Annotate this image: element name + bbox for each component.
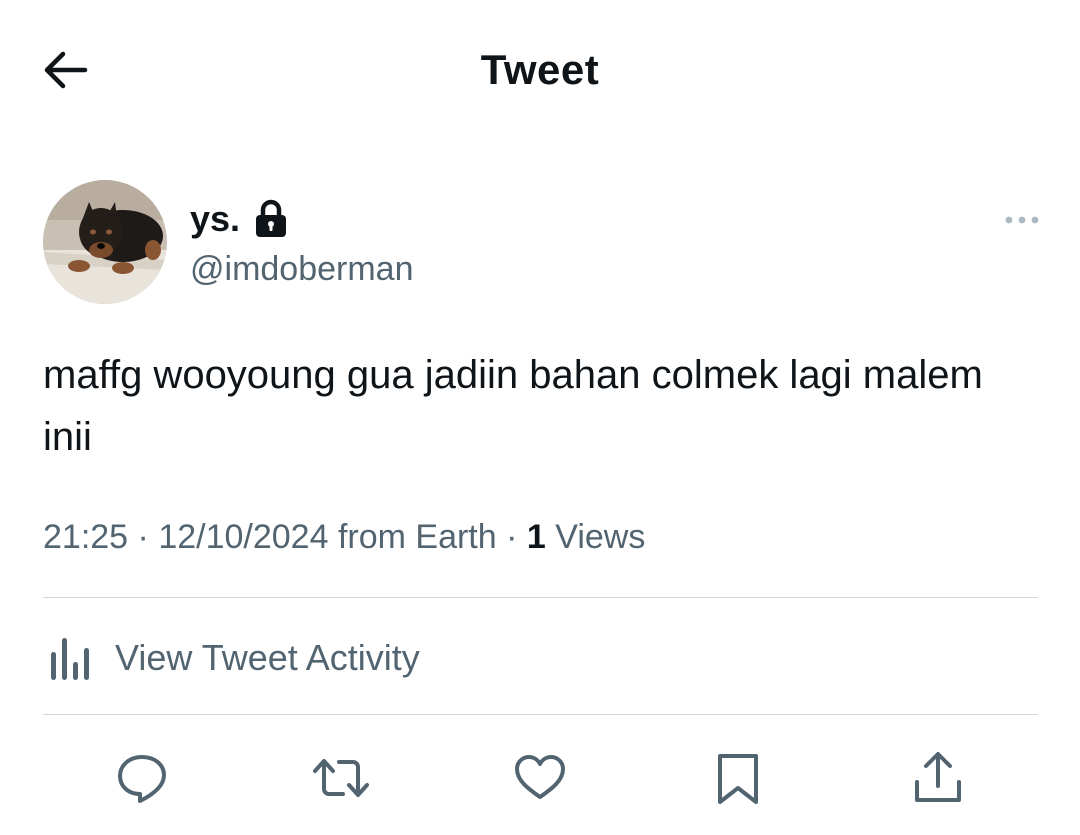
meta-separator: · [506,518,518,556]
author-name-row: ys. [190,196,288,242]
retweet-icon [313,759,369,797]
tweet-source: from Earth [337,518,497,556]
tweet-date: 12/10/2024 [158,518,329,556]
bookmark-button[interactable] [708,748,768,808]
tweet-time: 21:25 [43,518,129,556]
share-icon [915,752,961,802]
bookmark-icon [718,754,758,804]
analytics-icon [51,638,89,680]
more-options-button[interactable] [1002,206,1042,234]
view-tweet-activity-label: View Tweet Activity [115,637,420,678]
author-handle[interactable]: @imdoberman [190,250,414,289]
retweet-button[interactable] [311,748,371,808]
page-title: Tweet [480,46,600,93]
share-button[interactable] [908,748,968,808]
display-name[interactable]: ys. [190,198,240,240]
avatar[interactable] [43,180,167,304]
divider [43,597,1038,598]
tweet-action-bar [0,748,1080,812]
header: Tweet [0,0,1080,140]
views-count: 1 [526,518,546,556]
view-tweet-activity-button[interactable]: View Tweet Activity [43,628,420,688]
heart-icon [515,755,565,799]
reply-button[interactable] [112,748,172,808]
more-dots-icon [1005,216,1039,224]
like-button[interactable] [510,748,570,808]
reply-icon [118,755,166,803]
views-label: Views [555,518,646,556]
divider [43,714,1038,715]
tweet-text: maffg wooyoung gua jadiin bahan colmek l… [43,353,983,459]
lock-icon [254,199,288,239]
doberman-avatar-image [43,180,167,304]
tweet-meta: 21:25 · 12/10/2024 from Earth · 1 Views [43,518,645,557]
meta-separator: · [137,518,149,556]
